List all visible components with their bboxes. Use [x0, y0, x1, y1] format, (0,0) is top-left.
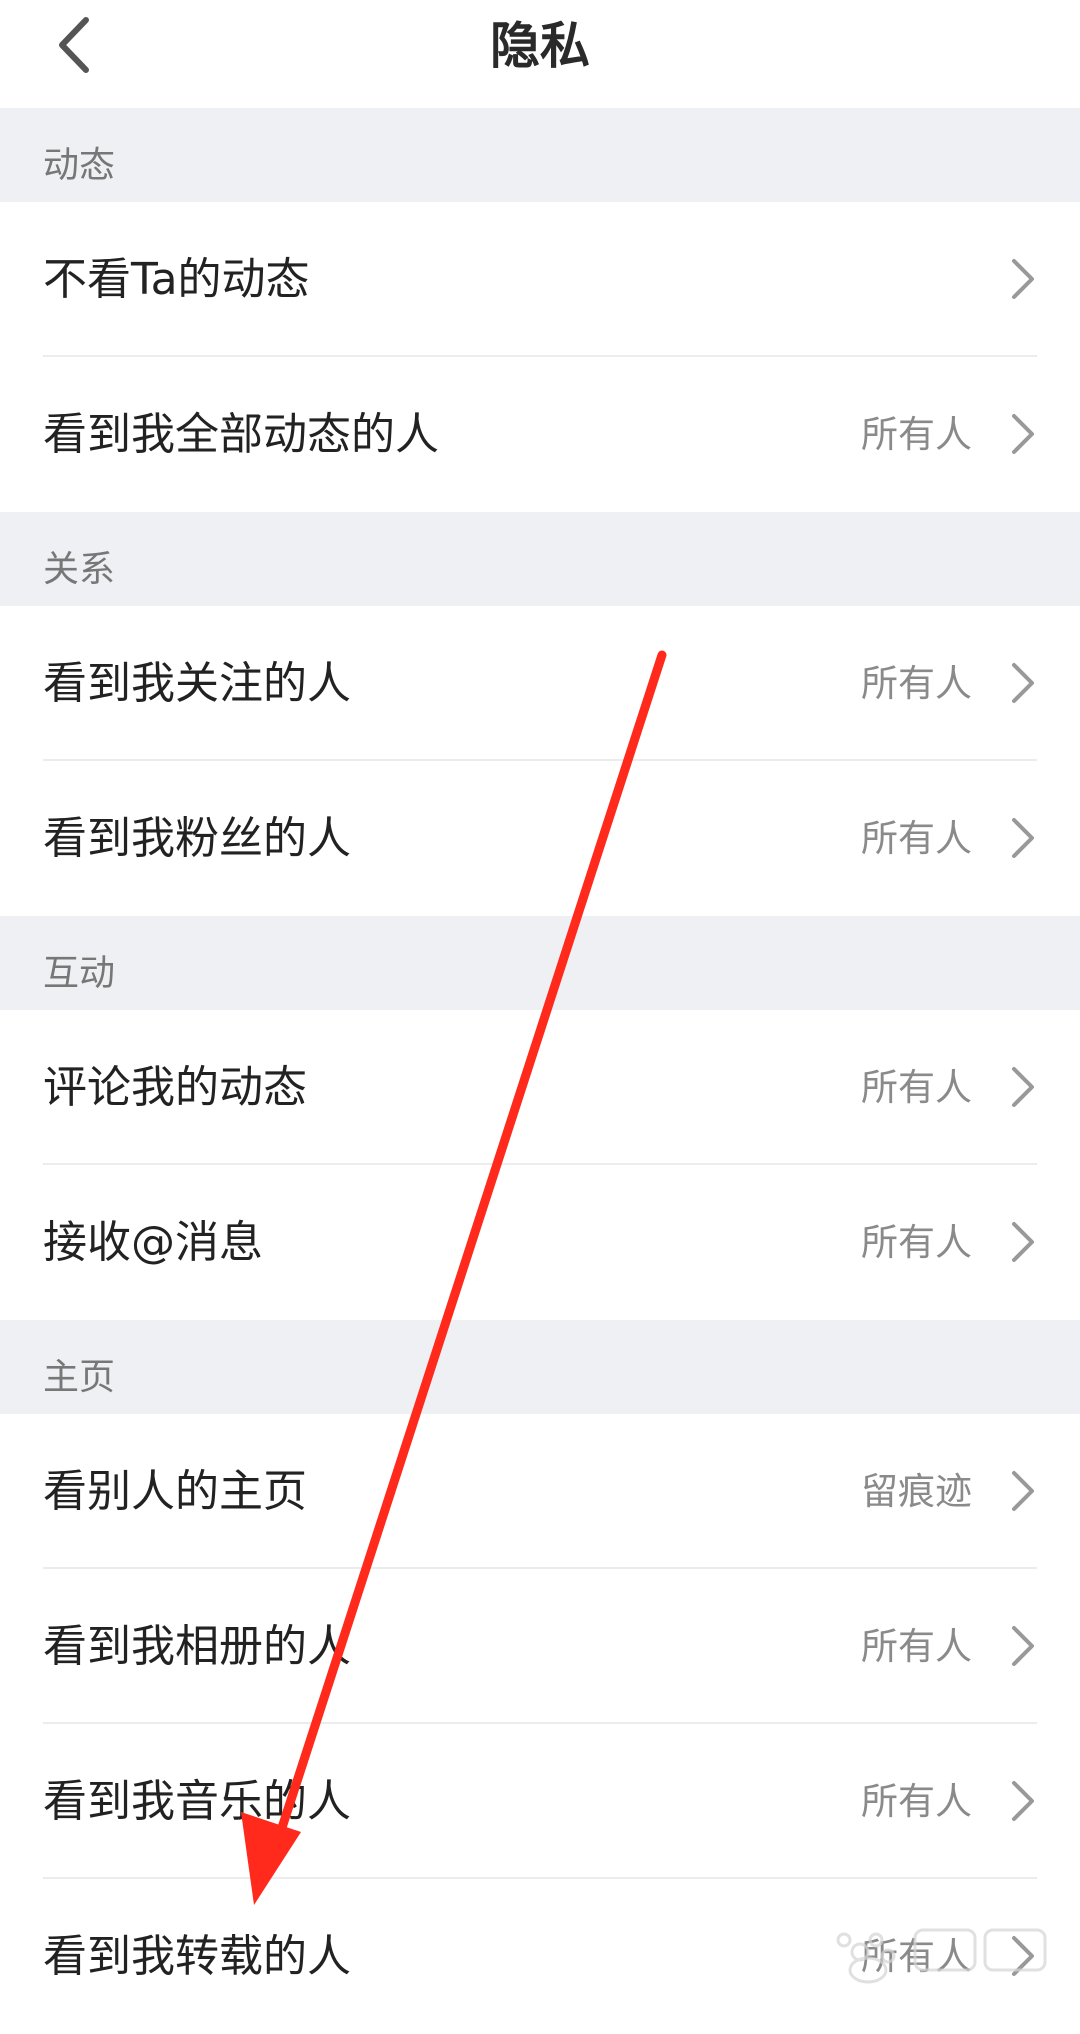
row-value: 所有人: [861, 662, 972, 705]
chevron-right-icon: [1012, 818, 1034, 858]
back-button[interactable]: [44, 10, 104, 80]
row-who-sees-music[interactable]: 看到我音乐的人 所有人: [0, 1724, 1080, 1879]
section-header-relations: 关系: [0, 512, 1080, 606]
chevron-right-icon: [1012, 663, 1034, 703]
section-label: 主页: [43, 1357, 116, 1398]
row-value: 所有人: [861, 1221, 972, 1264]
row-label: 看到我全部动态的人: [43, 409, 439, 460]
row-label: 看到我相册的人: [43, 1621, 351, 1672]
row-comment-my-posts[interactable]: 评论我的动态 所有人: [0, 1010, 1080, 1165]
row-value: 所有人: [861, 1780, 972, 1823]
top-nav-bar: 隐私: [0, 0, 1080, 108]
chevron-right-icon: [1012, 1471, 1034, 1511]
row-label: 看到我转载的人: [43, 1931, 351, 1982]
row-value: 所有人: [861, 1625, 972, 1668]
chevron-right-icon: [1012, 259, 1034, 299]
chevron-right-icon: [1012, 1626, 1034, 1666]
row-who-sees-albums[interactable]: 看到我相册的人 所有人: [0, 1569, 1080, 1724]
row-label: 看到我音乐的人: [43, 1776, 351, 1827]
row-view-others-homepage[interactable]: 看别人的主页 留痕迹: [0, 1414, 1080, 1569]
chevron-right-icon: [1012, 414, 1034, 454]
chevron-right-icon: [1012, 1222, 1034, 1262]
chevron-right-icon: [1012, 1781, 1034, 1821]
section-header-homepage: 主页: [0, 1320, 1080, 1414]
row-value: 所有人: [861, 817, 972, 860]
chevron-right-icon: [1012, 1067, 1034, 1107]
section-label: 动态: [43, 145, 116, 186]
row-label: 评论我的动态: [43, 1062, 307, 1113]
row-receive-mentions[interactable]: 接收@消息 所有人: [0, 1165, 1080, 1320]
row-who-sees-reposts[interactable]: 看到我转载的人 所有人: [0, 1879, 1080, 2034]
chevron-left-icon: [59, 17, 89, 73]
section-header-interaction: 互动: [0, 916, 1080, 1010]
section-label: 互动: [43, 953, 116, 994]
chevron-right-icon: [1012, 1936, 1034, 1976]
row-label: 看别人的主页: [43, 1466, 307, 1517]
row-value: 留痕迹: [861, 1470, 972, 1513]
row-who-sees-all-posts[interactable]: 看到我全部动态的人 所有人: [0, 357, 1080, 512]
row-who-sees-fans[interactable]: 看到我粉丝的人 所有人: [0, 761, 1080, 916]
row-hide-their-posts[interactable]: 不看Ta的动态: [0, 202, 1080, 357]
section-header-dynamic: 动态: [0, 108, 1080, 202]
row-value: 所有人: [861, 1935, 972, 1978]
row-value: 所有人: [861, 1066, 972, 1109]
page-title: 隐私: [490, 17, 590, 75]
row-label: 看到我关注的人: [43, 658, 351, 709]
row-who-sees-following[interactable]: 看到我关注的人 所有人: [0, 606, 1080, 761]
section-label: 关系: [43, 549, 116, 590]
row-label: 接收@消息: [43, 1217, 263, 1268]
row-value: 所有人: [861, 413, 972, 456]
row-label: 看到我粉丝的人: [43, 813, 351, 864]
row-label: 不看Ta的动态: [43, 254, 310, 305]
